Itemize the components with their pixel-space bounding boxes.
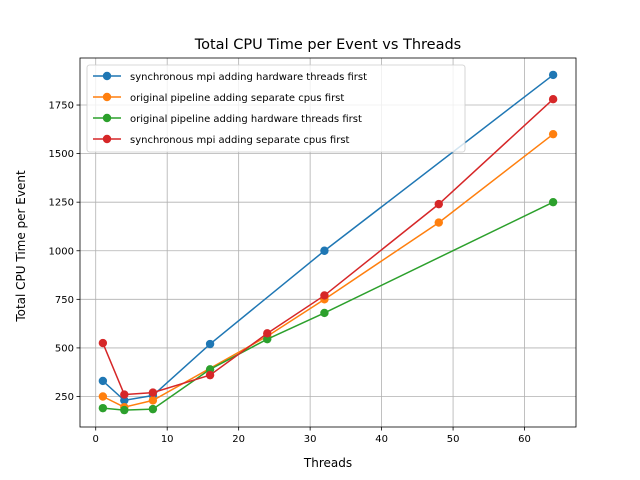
chart: 0 10 20 30 40 50 60 250 500 750 1000 1250 1500 1750 T… xyxy=(0,0,640,480)
y-tick-label: 500 xyxy=(55,343,74,354)
legend-marker xyxy=(102,92,112,102)
data-point xyxy=(98,376,108,386)
data-point xyxy=(548,70,558,80)
x-tick-label: 40 xyxy=(375,434,388,445)
y-tick-label: 1500 xyxy=(49,149,74,160)
legend-marker xyxy=(102,113,112,123)
data-point xyxy=(148,388,158,397)
x-tick-label: 20 xyxy=(232,434,245,445)
legend-label: synchronous mpi adding separate cpus fir… xyxy=(130,135,350,146)
data-point xyxy=(98,338,108,348)
data-point xyxy=(548,197,558,207)
x-tick-label: 60 xyxy=(518,434,531,445)
data-point xyxy=(98,403,108,413)
data-point xyxy=(548,129,558,139)
data-point xyxy=(434,199,443,209)
legend-marker xyxy=(102,134,112,144)
y-tick-label: 250 xyxy=(55,392,74,403)
data-point xyxy=(120,405,129,415)
data-point xyxy=(320,246,329,255)
legend-label: synchronous mpi adding hardware threads … xyxy=(130,72,367,83)
data-point xyxy=(148,396,158,405)
legend-marker xyxy=(102,71,112,81)
data-point xyxy=(548,94,558,104)
x-tick-label: 10 xyxy=(161,434,174,445)
legend-item: original pipeline adding hardware thread… xyxy=(93,113,362,125)
y-tick-label: 1750 xyxy=(49,101,74,112)
y-tick-label: 1250 xyxy=(49,198,74,209)
data-point xyxy=(434,218,443,227)
legend: synchronous mpi adding hardware threads … xyxy=(86,64,466,153)
data-point xyxy=(205,339,215,349)
y-tick-label: 1000 xyxy=(49,246,74,257)
data-point xyxy=(148,404,158,414)
legend-label: original pipeline adding separate cpus f… xyxy=(130,93,344,104)
data-point xyxy=(120,390,129,399)
chart-title: Total CPU Time per Event vs Threads xyxy=(194,37,462,53)
legend-item: synchronous mpi adding separate cpus fir… xyxy=(93,134,350,146)
data-point xyxy=(263,329,272,338)
legend-item: original pipeline adding separate cpus f… xyxy=(93,92,344,104)
x-tick-label: 0 xyxy=(93,434,99,445)
data-point xyxy=(205,370,215,380)
x-axis-label: Threads xyxy=(303,456,352,470)
data-point xyxy=(320,308,329,318)
data-point xyxy=(320,291,329,300)
y-axis-label: Total CPU Time per Event xyxy=(14,170,28,323)
data-point xyxy=(98,392,108,401)
x-tick-label: 30 xyxy=(304,434,317,445)
y-tick-label: 750 xyxy=(55,295,74,306)
legend-item: synchronous mpi adding hardware threads … xyxy=(93,71,367,83)
legend-label: original pipeline adding hardware thread… xyxy=(130,114,362,125)
x-tick-label: 50 xyxy=(447,434,460,445)
